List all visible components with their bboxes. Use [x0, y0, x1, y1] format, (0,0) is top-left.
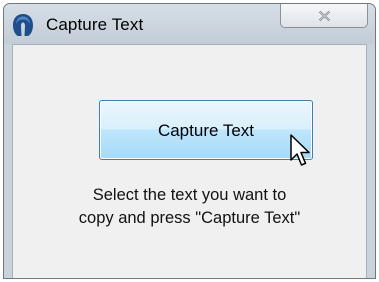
capture-text-window: Capture Text Capture Text Select the tex… [3, 3, 376, 279]
instructions-line-1: Select the text you want to [92, 186, 287, 204]
hand-pointer-cursor-icon [290, 134, 310, 166]
instructions-line-2: copy and press "Capture Text" [78, 209, 301, 227]
capture-text-button[interactable]: Capture Text [99, 100, 313, 160]
instructions-text: Select the text you want to copy and pre… [43, 184, 336, 230]
capture-text-button-label: Capture Text [157, 121, 255, 140]
close-icon [318, 10, 331, 22]
dialog-client-area: Capture Text Select the text you want to… [12, 44, 367, 278]
window-title: Capture Text [46, 15, 144, 34]
title-bar[interactable]: Capture Text [4, 4, 375, 44]
app-logo-icon [12, 13, 34, 37]
close-button[interactable] [280, 4, 368, 28]
